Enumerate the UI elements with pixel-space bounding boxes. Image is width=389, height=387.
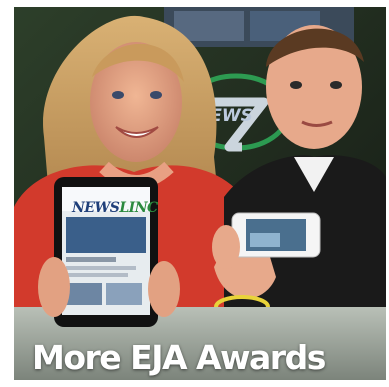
promo-photo: NEWS NEWSLINC More EJA Awards: [14, 7, 386, 380]
tablet-screen-brand: NEWSLINC: [72, 200, 158, 216]
tablet-brand-accent: LINC: [119, 200, 158, 216]
image-frame: NEWS NEWSLINC More EJA Awards: [0, 0, 389, 387]
photo-illustration: NEWS: [14, 7, 386, 380]
promo-caption: More EJA Awards: [32, 338, 326, 377]
tablet-brand-main: NEWS: [72, 200, 120, 216]
